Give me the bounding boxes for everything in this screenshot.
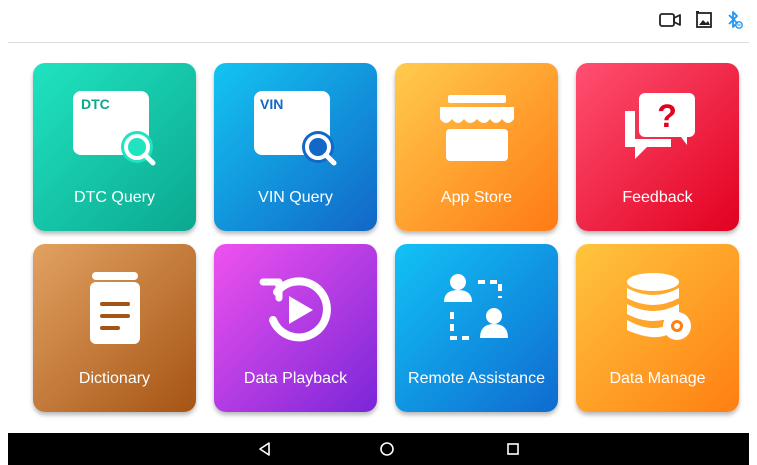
status-bar — [0, 0, 757, 42]
back-icon — [259, 442, 270, 456]
tile-feedback[interactable]: ? Feedback — [576, 63, 739, 231]
chat-question-icon: ? — [613, 87, 703, 172]
navigation-bar — [8, 433, 749, 465]
tile-app-store[interactable]: App Store — [395, 63, 558, 231]
database-gear-icon — [613, 268, 703, 353]
recent-apps-button[interactable] — [502, 439, 524, 459]
tile-remote-assistance[interactable]: Remote Assistance — [395, 244, 558, 412]
status-icons — [659, 10, 743, 30]
tile-label: DTC Query — [74, 189, 155, 206]
back-button[interactable] — [254, 439, 276, 459]
dtc-search-icon: DTC — [67, 87, 163, 172]
tile-vin-query[interactable]: VIN VIN Query — [214, 63, 377, 231]
svg-text:DTC: DTC — [81, 96, 110, 112]
tile-label: Remote Assistance — [408, 370, 545, 387]
home-icon — [380, 442, 394, 456]
tile-label: App Store — [440, 189, 513, 206]
replay-icon — [251, 268, 341, 353]
tile-dtc-query[interactable]: DTC DTC Query — [33, 63, 196, 231]
tile-label: Data Manage — [609, 370, 706, 387]
recent-apps-icon — [507, 443, 519, 455]
video-camera-icon[interactable] — [659, 12, 681, 28]
tile-data-playback[interactable]: Data Playback — [214, 244, 377, 412]
home-button[interactable] — [376, 439, 398, 459]
storefront-icon — [432, 87, 522, 172]
book-icon — [70, 268, 160, 353]
bluetooth-icon[interactable] — [727, 10, 743, 30]
svg-text:VIN: VIN — [260, 96, 283, 112]
tile-dictionary[interactable]: Dictionary — [33, 244, 196, 412]
vin-search-icon: VIN — [248, 87, 344, 172]
tile-data-manage[interactable]: Data Manage — [576, 244, 739, 412]
header-divider — [8, 42, 749, 43]
app-grid: DTC DTC Query VIN VIN Query App Store ? … — [33, 63, 739, 412]
tile-label: Data Playback — [243, 370, 348, 387]
remote-users-icon — [432, 268, 522, 353]
gallery-image-icon[interactable] — [695, 11, 713, 29]
tile-label: Dictionary — [78, 370, 151, 387]
tile-label: Feedback — [622, 189, 693, 206]
tile-label: VIN Query — [258, 189, 333, 206]
svg-text:?: ? — [657, 98, 677, 134]
